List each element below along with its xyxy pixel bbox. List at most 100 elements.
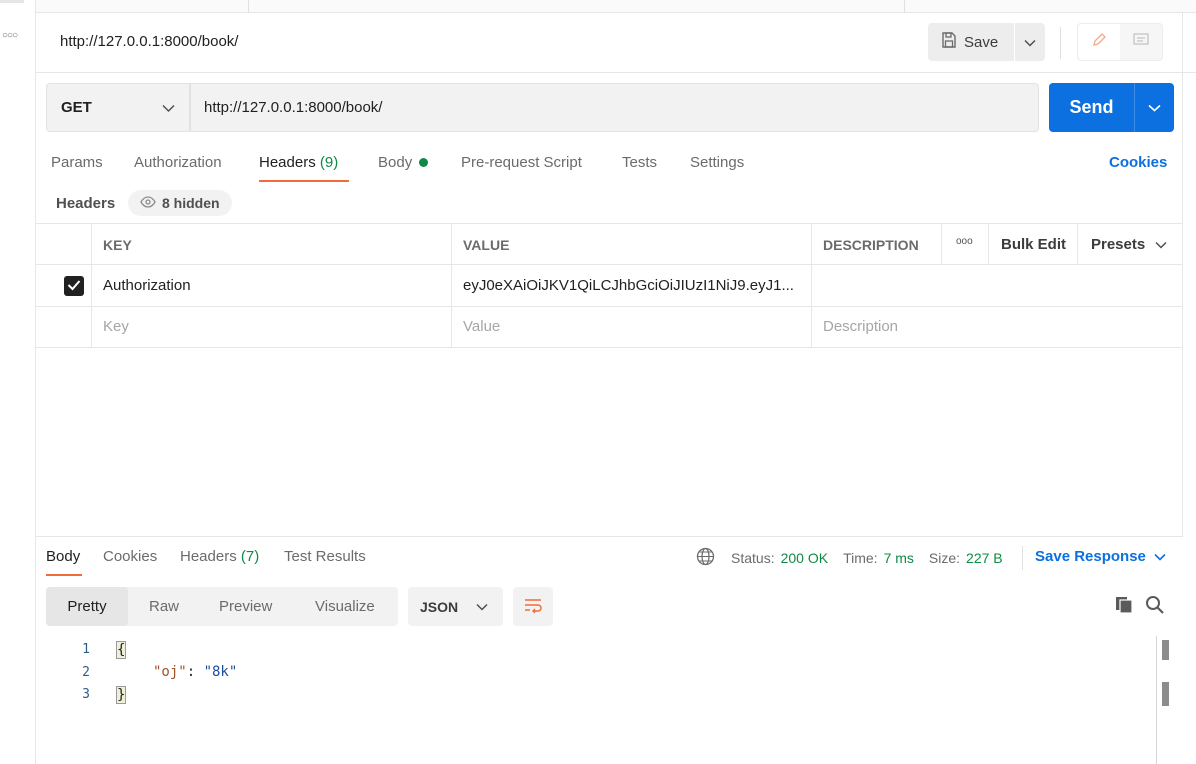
panel-border bbox=[1182, 13, 1183, 536]
line-number: 3 bbox=[82, 687, 90, 702]
new-description-input[interactable]: Description bbox=[823, 318, 898, 335]
save-button-label: Save bbox=[964, 33, 999, 51]
json-separator: : bbox=[186, 664, 204, 680]
chevron-down-icon bbox=[1154, 553, 1166, 561]
bulk-edit-button[interactable]: Bulk Edit bbox=[1001, 236, 1066, 253]
save-options-button[interactable] bbox=[1015, 23, 1045, 61]
view-mode-visualize[interactable]: Visualize bbox=[315, 587, 375, 626]
body-status-dot bbox=[419, 158, 429, 167]
row-enabled-checkbox[interactable] bbox=[64, 276, 84, 296]
status-label: Status: bbox=[731, 550, 775, 566]
presets-button[interactable]: Presets bbox=[1091, 236, 1167, 253]
checkmark-icon bbox=[67, 278, 81, 295]
response-headers-label: Headers bbox=[180, 548, 237, 565]
header-value-cell[interactable]: eyJ0eXAiOiJKV1QiLCJhbGciOiJIUzI1NiJ9.eyJ… bbox=[463, 277, 803, 294]
view-mode-raw[interactable]: Raw bbox=[149, 587, 179, 626]
line-number: 2 bbox=[82, 665, 90, 680]
tab-divider bbox=[904, 0, 905, 13]
request-title[interactable]: http://127.0.0.1:8000/book/ bbox=[60, 33, 238, 50]
new-key-input[interactable]: Key bbox=[103, 318, 129, 335]
hidden-count-label: 8 hidden bbox=[162, 195, 220, 211]
active-response-tab-indicator bbox=[46, 574, 82, 576]
column-divider bbox=[1077, 224, 1078, 265]
code-scroll-track bbox=[1156, 636, 1157, 764]
left-sidebar-strip: ○○○ bbox=[0, 0, 36, 764]
send-options-button[interactable] bbox=[1134, 83, 1174, 132]
method-select[interactable]: GET bbox=[46, 83, 190, 132]
edit-button[interactable] bbox=[1078, 24, 1120, 60]
more-icon[interactable]: ○○○ bbox=[2, 30, 18, 41]
request-title-row: http://127.0.0.1:8000/book/ Save bbox=[36, 13, 1196, 73]
comments-button[interactable] bbox=[1120, 24, 1162, 60]
tab-headers-label: Headers bbox=[259, 154, 316, 171]
view-mode-selector: Pretty Raw Preview Visualize bbox=[46, 587, 398, 626]
tab-tests[interactable]: Tests bbox=[622, 154, 657, 171]
save-response-label: Save Response bbox=[1035, 548, 1146, 565]
comment-icon bbox=[1132, 31, 1150, 53]
size-value[interactable]: 227 B bbox=[966, 550, 1003, 566]
size-label: Size: bbox=[928, 550, 961, 566]
column-description: DESCRIPTION bbox=[823, 237, 919, 253]
globe-icon[interactable] bbox=[696, 547, 715, 569]
tab-headers-count: (9) bbox=[319, 154, 339, 171]
line-number: 1 bbox=[82, 642, 90, 657]
save-response-button[interactable]: Save Response bbox=[1035, 548, 1166, 565]
table-row-new: Key Value Description bbox=[36, 307, 1183, 348]
hidden-headers-toggle[interactable]: 8 hidden bbox=[128, 190, 232, 216]
response-tab-test-results[interactable]: Test Results bbox=[284, 548, 366, 565]
response-meta: Status: 200 OK Time: 7 ms Size: 227 B bbox=[696, 547, 1003, 569]
tab-authorization[interactable]: Authorization bbox=[134, 154, 222, 171]
tab-strip bbox=[36, 0, 1196, 13]
chevron-down-icon bbox=[1148, 99, 1161, 116]
copy-icon[interactable] bbox=[1114, 595, 1134, 619]
method-label: GET bbox=[61, 99, 92, 116]
scrollbar-thumb[interactable] bbox=[1162, 640, 1169, 660]
json-key: "oj" bbox=[153, 664, 187, 680]
chevron-down-icon bbox=[162, 101, 175, 119]
url-text: http://127.0.0.1:8000/book/ bbox=[204, 99, 383, 116]
tab-settings[interactable]: Settings bbox=[690, 154, 744, 171]
tab-headers[interactable]: Headers (9) bbox=[259, 154, 338, 171]
column-key: KEY bbox=[103, 237, 132, 253]
save-button[interactable]: Save bbox=[928, 23, 1014, 61]
json-line: "oj": "8k" bbox=[153, 664, 237, 680]
scrollbar-thumb[interactable] bbox=[1162, 682, 1169, 706]
tab-body-label: Body bbox=[378, 154, 413, 171]
toolbar-divider bbox=[1060, 27, 1061, 59]
header-key-cell[interactable]: Authorization bbox=[103, 277, 191, 294]
more-icon[interactable]: ooo bbox=[956, 236, 973, 247]
url-input[interactable]: http://127.0.0.1:8000/book/ bbox=[190, 83, 1039, 132]
json-close-brace: } bbox=[116, 686, 127, 704]
table-row: Authorization eyJ0eXAiOiJKV1QiLCJhbGciOi… bbox=[36, 266, 1183, 307]
save-icon bbox=[940, 31, 958, 53]
tab-body[interactable]: Body bbox=[378, 154, 429, 171]
presets-label: Presets bbox=[1091, 236, 1146, 253]
cookies-link[interactable]: Cookies bbox=[1109, 154, 1167, 171]
chevron-down-icon bbox=[1155, 241, 1167, 249]
meta-divider bbox=[1022, 546, 1023, 570]
response-divider[interactable] bbox=[36, 536, 1183, 537]
wrap-lines-button[interactable] bbox=[513, 587, 553, 626]
response-tab-body[interactable]: Body bbox=[46, 548, 80, 565]
new-value-input[interactable]: Value bbox=[463, 318, 500, 335]
format-select[interactable]: JSON bbox=[408, 587, 503, 626]
search-icon[interactable] bbox=[1145, 595, 1165, 619]
send-button[interactable]: Send bbox=[1049, 83, 1134, 132]
side-actions bbox=[1077, 23, 1163, 61]
view-mode-pretty[interactable]: Pretty bbox=[46, 587, 128, 626]
tab-pre-request-script[interactable]: Pre-request Script bbox=[461, 154, 582, 171]
status-value[interactable]: 200 OK bbox=[781, 550, 828, 566]
wrap-lines-icon bbox=[523, 597, 543, 617]
headers-section-label: Headers bbox=[56, 195, 116, 212]
column-divider bbox=[941, 224, 942, 265]
response-headers-count: (7) bbox=[240, 548, 260, 565]
chevron-down-icon bbox=[1024, 34, 1036, 51]
sidebar-top-bar bbox=[0, 0, 24, 3]
response-tab-headers[interactable]: Headers (7) bbox=[180, 548, 259, 565]
tab-params[interactable]: Params bbox=[51, 154, 103, 171]
json-value: "8k" bbox=[203, 664, 238, 680]
response-tab-cookies[interactable]: Cookies bbox=[103, 548, 157, 565]
column-divider bbox=[988, 224, 989, 265]
time-value[interactable]: 7 ms bbox=[884, 550, 914, 566]
view-mode-preview[interactable]: Preview bbox=[219, 587, 272, 626]
